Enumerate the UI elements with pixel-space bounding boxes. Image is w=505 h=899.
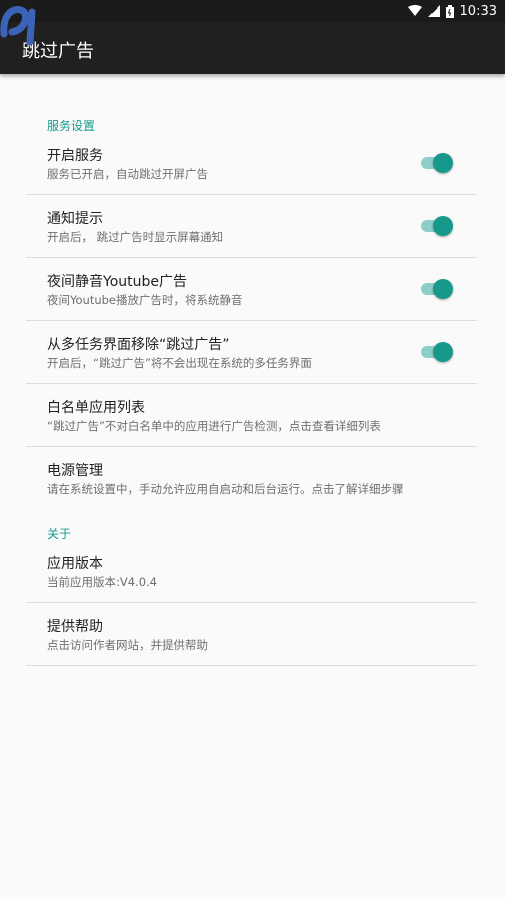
enable-service-toggle[interactable]	[421, 153, 455, 173]
setting-power-management[interactable]: 电源管理 请在系统设置中，手动允许应用自启动和后台运行。点击了解详细步骤	[26, 447, 477, 510]
setting-notification[interactable]: 通知提示 开启后， 跳过广告时显示屏幕通知	[26, 195, 477, 258]
battery-icon	[445, 4, 454, 18]
setting-app-version[interactable]: 应用版本 当前应用版本:V4.0.4	[26, 540, 477, 603]
setting-subtitle: 开启后， 跳过广告时显示屏幕通知	[47, 230, 224, 244]
watermark-logo	[0, 2, 136, 50]
setting-title: 通知提示	[47, 211, 103, 227]
setting-title: 提供帮助	[47, 619, 103, 635]
settings-list: 服务设置 开启服务 服务已开启，自动跳过开屏广告 通知提示 开启后， 跳过广告时…	[0, 74, 505, 899]
setting-subtitle: 当前应用版本:V4.0.4	[47, 575, 158, 589]
setting-enable-service[interactable]: 开启服务 服务已开启，自动跳过开屏广告	[26, 132, 477, 195]
setting-whitelist[interactable]: 白名单应用列表 “跳过广告”不对白名单中的应用进行广告检测，点击查看详细列表	[26, 384, 477, 447]
setting-subtitle: 请在系统设置中，手动允许应用自启动和后台运行。点击了解详细步骤	[47, 482, 404, 496]
setting-subtitle: “跳过广告”不对白名单中的应用进行广告检测，点击查看详细列表	[47, 419, 381, 433]
signal-icon	[427, 5, 440, 17]
wifi-icon	[407, 5, 422, 17]
notification-toggle[interactable]	[421, 216, 455, 236]
night-mute-toggle[interactable]	[421, 279, 455, 299]
status-time: 10:33	[459, 3, 497, 19]
hide-recents-toggle[interactable]	[421, 342, 455, 362]
setting-title: 电源管理	[47, 463, 103, 479]
setting-help[interactable]: 提供帮助 点击访问作者网站，并提供帮助	[26, 603, 477, 666]
setting-subtitle: 开启后，“跳过广告”将不会出现在系统的多任务界面	[47, 356, 312, 370]
setting-title: 开启服务	[47, 148, 103, 164]
status-icons: 10:33	[407, 0, 497, 22]
setting-title: 白名单应用列表	[47, 400, 145, 416]
setting-subtitle: 服务已开启，自动跳过开屏广告	[47, 167, 208, 181]
setting-subtitle: 点击访问作者网站，并提供帮助	[47, 638, 208, 652]
setting-title: 夜间静音Youtube广告	[47, 274, 187, 290]
setting-night-mute[interactable]: 夜间静音Youtube广告 夜间Youtube播放广告时，将系统静音	[26, 258, 477, 321]
setting-title: 应用版本	[47, 556, 103, 572]
setting-title: 从多任务界面移除“跳过广告”	[47, 337, 230, 353]
setting-subtitle: 夜间Youtube播放广告时，将系统静音	[47, 293, 243, 307]
setting-hide-recents[interactable]: 从多任务界面移除“跳过广告” 开启后，“跳过广告”将不会出现在系统的多任务界面	[26, 321, 477, 384]
